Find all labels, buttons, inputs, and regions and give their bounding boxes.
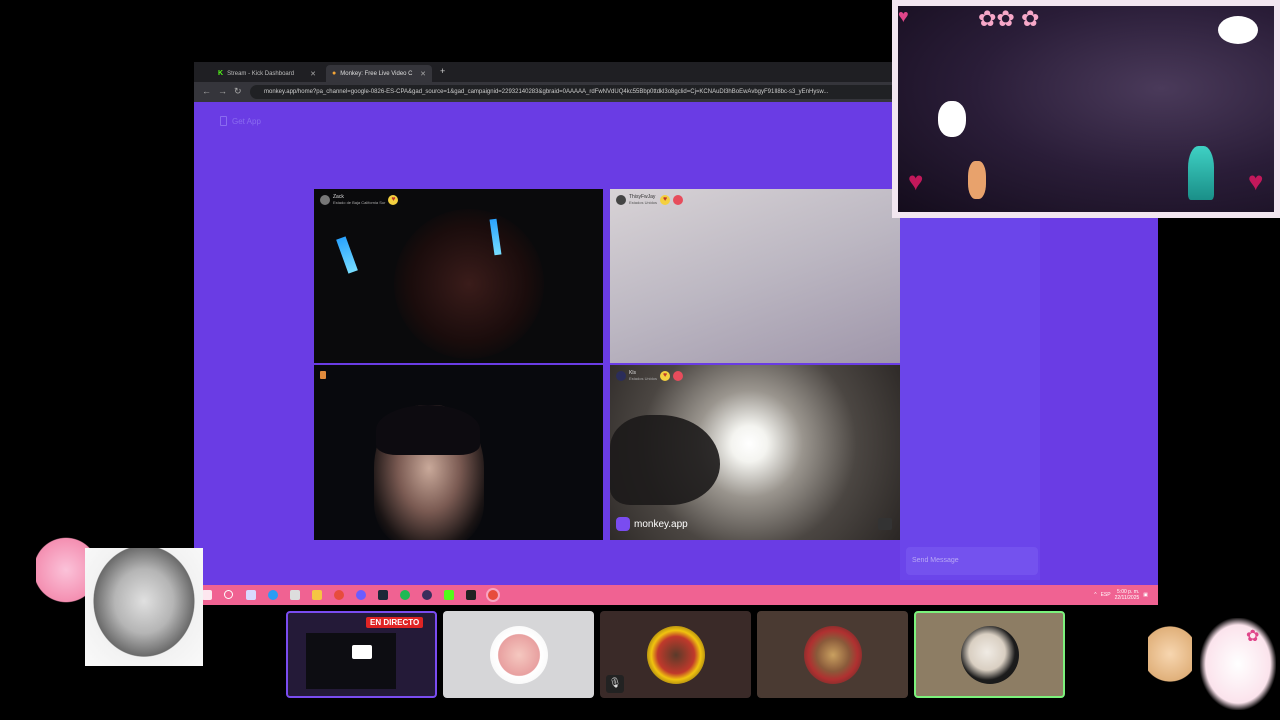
chrome-active-icon[interactable] — [488, 590, 498, 600]
get-app-label: Get App — [232, 116, 261, 126]
kick-icon: K — [218, 70, 224, 77]
tab-label: Monkey: Free Live Video C — [340, 70, 413, 77]
video-tile-thisyfwjay: ThisyFwJay Estados Unidos ♥ — [610, 189, 900, 363]
webcam-overlay-frame: ✿✿ ✿ ♥ ♥ ♥ — [892, 0, 1280, 218]
monkey-logo-icon — [616, 517, 630, 531]
get-app-button[interactable]: Get App — [220, 116, 261, 126]
chevron-up-icon[interactable]: ^ — [1094, 592, 1096, 598]
task-view-icon[interactable] — [246, 590, 256, 600]
heart-decoration: ♥ — [908, 166, 924, 196]
white-cat-sticker — [938, 101, 966, 137]
participant-header: Kls Estados Unidos ♥ — [616, 371, 684, 381]
guest-slot-4[interactable] — [757, 611, 908, 698]
heart-icon[interactable]: ♥ — [660, 195, 671, 205]
sakura-flowers-decoration: ✿✿ ✿ — [978, 6, 1040, 31]
notepad-icon[interactable] — [290, 590, 300, 600]
discord-icon[interactable] — [356, 590, 366, 600]
participant-face — [394, 209, 544, 359]
baby-photo-sticker — [85, 548, 203, 666]
new-tab-button[interactable]: + — [440, 66, 445, 76]
guest-avatar — [960, 625, 1019, 684]
file-explorer-icon[interactable] — [312, 590, 322, 600]
reload-icon[interactable]: ↻ — [234, 86, 242, 97]
screen-preview — [306, 633, 396, 689]
guest-avatar — [646, 625, 705, 684]
guest-slot-5-speaking[interactable] — [914, 611, 1065, 698]
led-light — [336, 236, 358, 274]
video-tile-zack: Zack Estado de Baja California Sur ♥ — [314, 189, 603, 363]
phone-icon — [220, 116, 227, 126]
system-tray: ^ ESP 5:00 p. m. 22/11/2025 ▣ — [1094, 589, 1148, 601]
avatar — [616, 195, 626, 205]
heart-decoration: ♥ — [898, 6, 909, 26]
foreground-object — [610, 415, 720, 505]
hello-kitty-sticker — [1200, 618, 1276, 710]
tab-label: Stream - Kick Dashboard — [227, 70, 295, 77]
report-icon[interactable] — [673, 371, 684, 381]
rilakkuma-sticker — [1148, 622, 1192, 686]
chat-panel — [900, 217, 1040, 580]
participant-hair — [376, 405, 480, 455]
participant-header: ThisyFwJay Estados Unidos ♥ — [616, 195, 684, 205]
participant-location: Estados Unidos — [629, 376, 658, 381]
screen-share-icon — [352, 645, 372, 659]
report-icon[interactable] — [673, 195, 684, 205]
heart-icon[interactable]: ♥ — [660, 371, 671, 381]
search-icon[interactable] — [224, 590, 233, 599]
chat-toggle-icon[interactable] — [878, 518, 892, 530]
edge-icon[interactable] — [268, 590, 278, 600]
steam-icon[interactable] — [378, 590, 388, 600]
guest-avatar — [803, 625, 862, 684]
camera-status-icon — [320, 371, 326, 379]
tab-monkey[interactable]: ● Monkey: Free Live Video C ✕ — [326, 65, 432, 82]
obs-icon[interactable] — [422, 590, 432, 600]
mic-off-icon: 🎙 — [606, 675, 624, 693]
tab-kick-dashboard[interactable]: K Stream - Kick Dashboard ✕ — [212, 65, 322, 82]
participant-header: Zack Estado de Baja California Sur ♥ — [320, 195, 399, 205]
guest-avatar — [489, 625, 548, 684]
video-tile-self — [314, 365, 603, 540]
clock-date: 22/11/2025 — [1114, 595, 1140, 601]
send-message-input[interactable]: Send Message — [906, 547, 1038, 575]
windows-start-icon[interactable] — [202, 590, 212, 600]
kick-icon[interactable] — [444, 590, 454, 600]
miku-sticker — [1188, 146, 1214, 200]
cinnamoroll-sticker — [1218, 16, 1258, 44]
video-tile-kls: Kls Estados Unidos ♥ monkey.app — [610, 365, 900, 540]
anime-girl-sticker — [968, 161, 986, 199]
live-badge: EN DIRECTO — [366, 617, 424, 628]
forward-icon[interactable]: → — [218, 86, 227, 96]
lang-indicator[interactable]: ESP — [1101, 592, 1111, 598]
monkey-icon: ● — [332, 70, 337, 77]
avatar — [616, 371, 626, 381]
clock[interactable]: 5:00 p. m. 22/11/2025 — [1115, 589, 1140, 601]
participant-location: Estado de Baja California Sur — [333, 200, 386, 205]
back-icon[interactable]: ← — [202, 86, 211, 96]
heart-decoration: ♥ — [1248, 166, 1264, 196]
guest-slot-2[interactable] — [443, 611, 594, 698]
avatar — [320, 195, 330, 205]
heart-icon[interactable]: ♥ — [388, 195, 399, 205]
spotify-icon[interactable] — [400, 590, 410, 600]
notification-icon[interactable]: ▣ — [1143, 592, 1148, 598]
monkey-watermark: monkey.app — [616, 517, 688, 531]
capcut-icon[interactable] — [466, 590, 476, 600]
close-icon[interactable]: ✕ — [420, 70, 426, 78]
watermark-text: monkey.app — [634, 518, 688, 530]
participant-location: Estados Unidos — [629, 200, 658, 205]
guest-slot-3[interactable]: 🎙 — [600, 611, 751, 698]
chrome-icon[interactable] — [334, 590, 344, 600]
close-icon[interactable]: ✕ — [310, 70, 316, 78]
taskbar: ^ ESP 5:00 p. m. 22/11/2025 ▣ — [194, 585, 1158, 605]
bow-icon: ✿ — [1246, 628, 1260, 645]
participant-header — [320, 371, 326, 379]
